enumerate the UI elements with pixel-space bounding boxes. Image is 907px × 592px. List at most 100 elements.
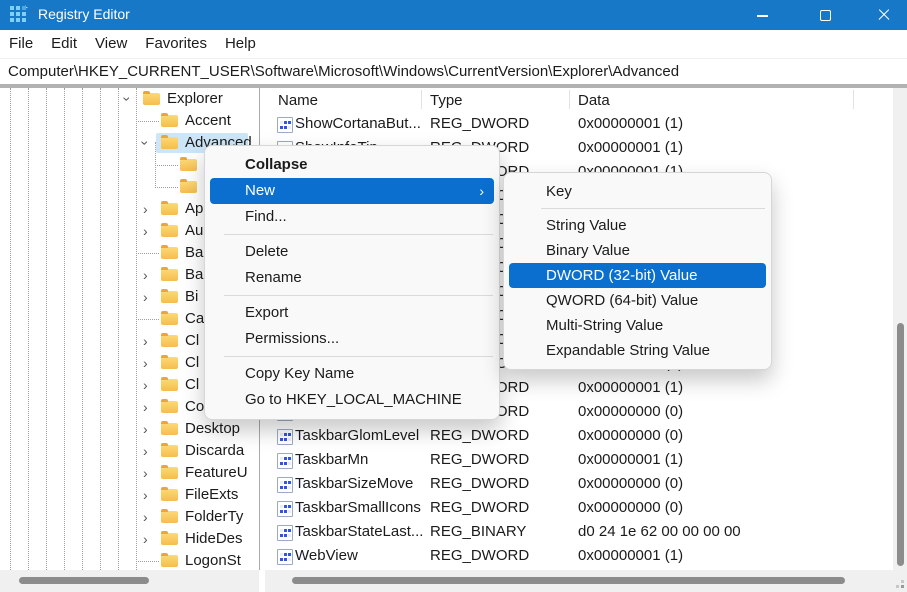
folder-icon	[180, 159, 197, 171]
tree-item-hidedes[interactable]: ›HideDes	[0, 528, 259, 550]
tree-item-label: LogonSt	[185, 552, 241, 569]
dword-value-icon	[277, 501, 293, 517]
menubar-item-file[interactable]: File	[0, 30, 42, 58]
minimize-button[interactable]	[740, 0, 786, 30]
menu-item-find[interactable]: Find...	[205, 204, 499, 230]
menubar-item-edit[interactable]: Edit	[42, 30, 86, 58]
tree-item-logonst[interactable]: LogonSt	[0, 550, 259, 570]
value-row-taskbarsizemove[interactable]: TaskbarSizeMoveREG_DWORD0x00000000 (0)	[265, 472, 893, 496]
folder-icon	[161, 247, 178, 259]
column-separator[interactable]	[853, 90, 854, 109]
chevron-right-icon[interactable]: ›	[143, 397, 148, 417]
folder-icon	[180, 181, 197, 193]
folder-icon	[161, 137, 178, 149]
folder-icon	[161, 225, 178, 237]
tree-item-label: FolderTy	[185, 508, 243, 525]
value-data: d0 24 1e 62 00 00 00 00	[578, 523, 741, 540]
menubar-item-view[interactable]: View	[86, 30, 136, 58]
submenu-item-key[interactable]: Key	[504, 179, 771, 204]
chevron-right-icon[interactable]: ›	[143, 199, 148, 219]
tree-item-discarda[interactable]: ›Discarda	[0, 440, 259, 462]
folder-icon	[161, 313, 178, 325]
chevron-right-icon[interactable]: ›	[143, 419, 148, 439]
tree-connector	[155, 187, 178, 188]
submenu-item-binary-value[interactable]: Binary Value	[504, 238, 771, 263]
value-row-showcortanabut[interactable]: ShowCortanaBut...REG_DWORD0x00000001 (1)	[265, 112, 893, 136]
tree-item-desktop[interactable]: ›Desktop	[0, 418, 259, 440]
submenu-item-dword-32-bit-value[interactable]: DWORD (32-bit) Value	[509, 263, 766, 288]
folder-icon	[161, 401, 178, 413]
chevron-right-icon[interactable]: ›	[143, 353, 148, 373]
menubar-item-favorites[interactable]: Favorites	[136, 30, 216, 58]
menu-item-go-to-hkey-local-machine[interactable]: Go to HKEY_LOCAL_MACHINE	[205, 387, 499, 413]
chevron-right-icon[interactable]: ›	[143, 529, 148, 549]
folder-icon	[161, 291, 178, 303]
value-type: REG_DWORD	[430, 451, 529, 468]
address-path[interactable]: Computer\HKEY_CURRENT_USER\Software\Micr…	[8, 63, 679, 80]
tree-horizontal-scrollbar-thumb[interactable]	[19, 577, 149, 584]
submenu-item-expandable-string-value[interactable]: Expandable String Value	[504, 338, 771, 363]
submenu-item-string-value[interactable]: String Value	[504, 213, 771, 238]
chevron-down-icon[interactable]: ›	[117, 97, 137, 102]
list-horizontal-scrollbar[interactable]	[265, 570, 893, 592]
menubar-item-help[interactable]: Help	[216, 30, 265, 58]
chevron-down-icon[interactable]: ›	[135, 141, 155, 146]
dword-value-icon	[277, 453, 293, 469]
menu-item-permissions[interactable]: Permissions...	[205, 326, 499, 352]
chevron-right-icon[interactable]: ›	[143, 287, 148, 307]
value-row-taskbarsmallicons[interactable]: TaskbarSmallIconsREG_DWORD0x00000000 (0)	[265, 496, 893, 520]
submenu-item-multi-string-value[interactable]: Multi-String Value	[504, 313, 771, 338]
menu-item-rename[interactable]: Rename	[205, 265, 499, 291]
folder-icon	[161, 445, 178, 457]
vertical-scrollbar[interactable]	[893, 88, 907, 570]
value-row-webview[interactable]: WebViewREG_DWORD0x00000001 (1)	[265, 544, 893, 568]
address-bar[interactable]: Computer\HKEY_CURRENT_USER\Software\Micr…	[0, 58, 907, 85]
menu-bar: FileEditViewFavoritesHelp	[0, 30, 907, 58]
resize-grip[interactable]	[893, 570, 907, 592]
column-header-type[interactable]: Type	[430, 92, 463, 109]
tree-item-featureu[interactable]: ›FeatureU	[0, 462, 259, 484]
value-type: REG_DWORD	[430, 115, 529, 132]
chevron-right-icon[interactable]: ›	[143, 221, 148, 241]
tree-horizontal-scrollbar[interactable]	[0, 570, 259, 592]
submenu-item-qword-64-bit-value[interactable]: QWORD (64-bit) Value	[504, 288, 771, 313]
list-horizontal-scrollbar-thumb[interactable]	[292, 577, 845, 584]
menu-separator	[224, 295, 493, 296]
folder-icon	[161, 423, 178, 435]
tree-item-folderty[interactable]: › FolderTy	[0, 506, 259, 528]
chevron-right-icon[interactable]: ›	[143, 265, 148, 285]
maximize-button[interactable]	[802, 0, 848, 30]
chevron-right-icon[interactable]: ›	[143, 485, 148, 505]
menu-item-new[interactable]: New›	[210, 178, 494, 204]
folder-icon	[161, 555, 178, 567]
menu-separator	[224, 234, 493, 235]
close-button[interactable]	[861, 0, 907, 30]
vertical-scrollbar-thumb[interactable]	[897, 323, 904, 566]
menu-item-copy-key-name[interactable]: Copy Key Name	[205, 361, 499, 387]
chevron-right-icon[interactable]: ›	[143, 507, 148, 527]
value-row-taskbarstatelast[interactable]: TaskbarStateLast...REG_BINARYd0 24 1e 62…	[265, 520, 893, 544]
column-header-data[interactable]: Data	[578, 92, 610, 109]
column-separator[interactable]	[421, 90, 422, 109]
list-header: Name Type Data	[265, 88, 893, 111]
tree-item-label: Accent	[185, 112, 231, 129]
value-name: TaskbarMn	[295, 451, 368, 468]
tree-item-accent[interactable]: Accent	[0, 110, 259, 132]
chevron-right-icon[interactable]: ›	[143, 331, 148, 351]
menu-item-export[interactable]: Export	[205, 300, 499, 326]
column-separator[interactable]	[569, 90, 570, 109]
menu-item-delete[interactable]: Delete	[205, 239, 499, 265]
column-header-name[interactable]: Name	[278, 92, 318, 109]
window-title: Registry Editor	[38, 6, 130, 22]
chevron-right-icon[interactable]: ›	[143, 375, 148, 395]
submenu-arrow-icon: ›	[479, 178, 484, 204]
tree-item-fileexts[interactable]: ›FileExts	[0, 484, 259, 506]
value-data: 0x00000000 (0)	[578, 475, 683, 492]
chevron-right-icon[interactable]: ›	[143, 441, 148, 461]
menu-item-collapse[interactable]: Collapse	[205, 152, 499, 178]
tree-connector	[155, 165, 178, 166]
tree-item-explorer[interactable]: ›Explorer	[0, 88, 259, 110]
chevron-right-icon[interactable]: ›	[143, 463, 148, 483]
value-row-taskbarglomlevel[interactable]: TaskbarGlomLevelREG_DWORD0x00000000 (0)	[265, 424, 893, 448]
value-row-taskbarmn[interactable]: TaskbarMnREG_DWORD0x00000001 (1)	[265, 448, 893, 472]
